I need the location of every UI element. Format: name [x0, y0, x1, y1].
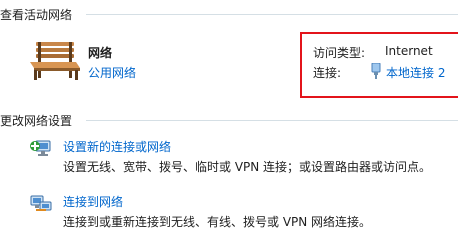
active-networks-divider [86, 14, 458, 15]
connect-to-network-link[interactable]: 连接到网络 [63, 193, 123, 210]
connect-to-network-description: 连接到或重新连接到无线、有线、拨号或 VPN 网络连接。 [63, 215, 372, 229]
park-bench-icon [28, 40, 80, 82]
change-settings-header: 更改网络设置 [0, 114, 73, 128]
change-settings-divider [86, 120, 458, 121]
network-name: 网络 [88, 46, 113, 60]
access-type-label: 访问类型: [313, 46, 366, 60]
local-connection-link[interactable]: 本地连接 2 [386, 64, 445, 81]
connect-network-icon[interactable] [30, 193, 52, 215]
active-networks-header: 查看活动网络 [0, 8, 73, 22]
public-network-link[interactable]: 公用网络 [88, 64, 136, 81]
setup-new-connection-link[interactable]: 设置新的连接或网络 [63, 138, 171, 155]
access-type-value: Internet [385, 44, 433, 58]
connection-label: 连接: [313, 66, 342, 80]
ethernet-icon [370, 63, 382, 79]
setup-new-connection-description: 设置无线、宽带、拨号、临时或 VPN 连接；或设置路由器或访问点。 [63, 160, 432, 174]
new-connection-icon[interactable] [30, 138, 52, 160]
